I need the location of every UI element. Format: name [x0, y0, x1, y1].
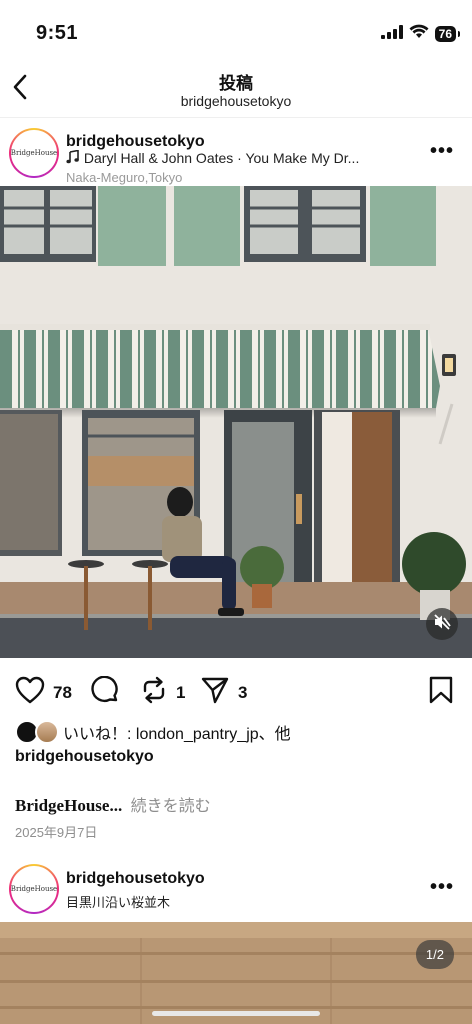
- post-username[interactable]: bridgehousetokyo: [66, 870, 205, 888]
- signal-icon: [380, 24, 403, 44]
- repost-icon: [140, 676, 168, 709]
- avatar-logo-text: BridgeHouse: [10, 149, 58, 157]
- owner-username[interactable]: bridgehousetokyo: [15, 748, 154, 766]
- bookmark-icon: [428, 676, 454, 708]
- post-date: 2025年9月7日: [15, 825, 98, 840]
- nav-header: 投稿 bridgehousetokyo: [0, 62, 472, 118]
- heart-icon: [15, 676, 45, 709]
- storefront-image: [0, 186, 472, 658]
- avatar-logo-text: BridgeHouse: [10, 885, 58, 893]
- more-options-button[interactable]: •••: [430, 876, 454, 899]
- location-label[interactable]: Naka-Meguro,Tokyo: [66, 170, 182, 185]
- carousel-page-indicator: 1/2: [415, 940, 454, 969]
- post-actions: 78 1 3: [0, 672, 472, 708]
- post-header: BridgeHouse bridgehousetokyo Daryl Hall …: [0, 120, 472, 188]
- location-label[interactable]: 目黒川沿い桜並木: [66, 892, 170, 911]
- status-bar: 9:51 76: [0, 0, 472, 62]
- post-username[interactable]: bridgehousetokyo: [66, 133, 205, 151]
- post-header: BridgeHouse bridgehousetokyo 目黒川沿い桜並木 ••…: [0, 854, 472, 922]
- caption-text: BridgeHouse...: [15, 796, 123, 815]
- comment-button[interactable]: [90, 675, 120, 709]
- share-count: 3: [238, 682, 248, 702]
- repost-count: 1: [176, 682, 186, 702]
- liker-avatar: [35, 720, 59, 744]
- liked-by-line[interactable]: いいね！: london_pantry_jp、他: [15, 720, 291, 744]
- mute-button[interactable]: [426, 608, 458, 640]
- like-count: 78: [53, 682, 72, 702]
- battery-indicator: 76: [434, 26, 461, 42]
- like-button[interactable]: 78: [15, 676, 72, 709]
- read-more-link[interactable]: 続きを読む: [131, 798, 211, 815]
- music-label: Daryl Hall & John Oates · You Make My Dr…: [83, 150, 360, 166]
- music-note-icon: [66, 150, 84, 166]
- home-indicator[interactable]: [152, 1011, 320, 1016]
- more-options-button[interactable]: •••: [430, 140, 454, 163]
- repost-button[interactable]: 1: [140, 676, 185, 709]
- bookmark-button[interactable]: [428, 676, 454, 709]
- wifi-icon: [409, 24, 429, 44]
- page-title: 投稿: [219, 74, 253, 93]
- wood-wall-image: [0, 922, 472, 1024]
- music-info[interactable]: Daryl Hall & John Oates · You Make My Dr…: [66, 150, 406, 166]
- share-button[interactable]: 3: [200, 676, 247, 709]
- post-photo[interactable]: 1/2: [0, 922, 472, 1024]
- speaker-muted-icon: [433, 613, 451, 635]
- send-icon: [200, 676, 230, 709]
- status-icons: 76: [380, 24, 461, 44]
- post-photo[interactable]: [0, 186, 472, 658]
- comment-icon: [90, 675, 120, 709]
- post-caption[interactable]: BridgeHouse... 続きを読む: [15, 792, 211, 816]
- avatar[interactable]: BridgeHouse: [9, 864, 59, 914]
- liked-by-text: いいね！: london_pantry_jp、他: [63, 726, 291, 743]
- status-time: 9:51: [36, 22, 79, 44]
- page-subtitle: bridgehousetokyo: [180, 93, 292, 109]
- avatar[interactable]: BridgeHouse: [9, 128, 59, 178]
